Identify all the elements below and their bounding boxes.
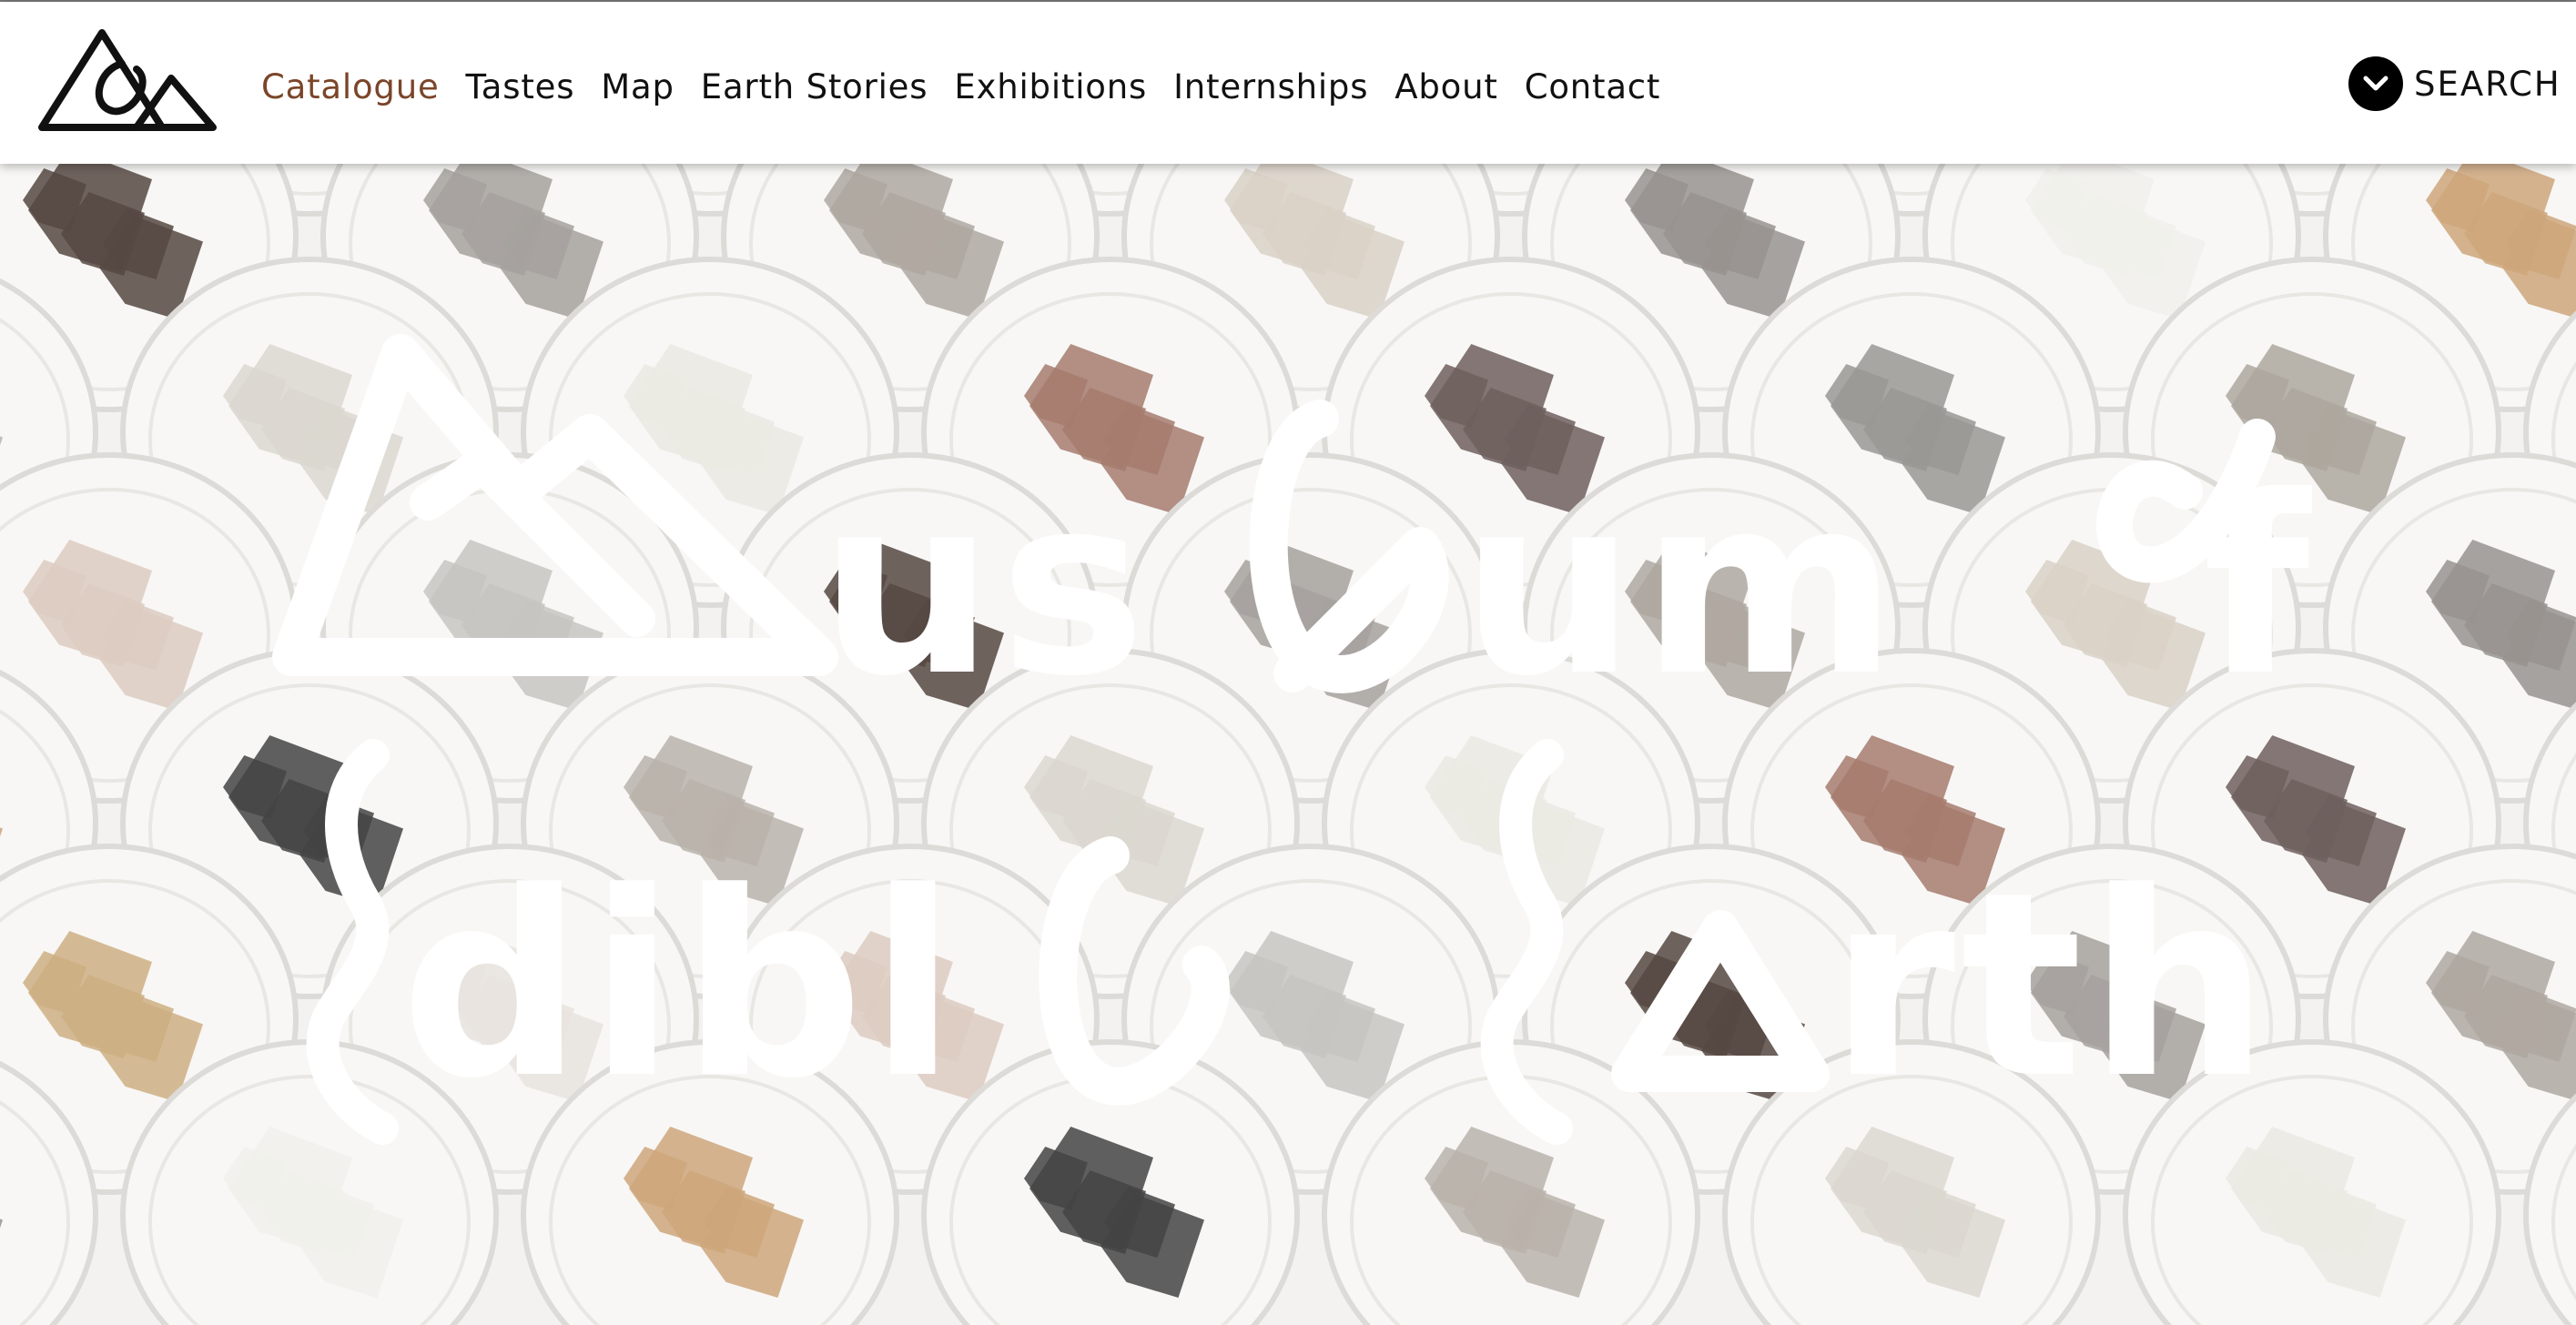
svg-text:um: um bbox=[1461, 443, 1903, 730]
nav-contact[interactable]: Contact bbox=[1525, 67, 1661, 106]
nav-map[interactable]: Map bbox=[601, 67, 674, 106]
site-header: Catalogue Tastes Map Earth Stories Exhib… bbox=[0, 2, 2576, 164]
svg-text:us: us bbox=[819, 443, 1151, 730]
hero-title-artwork: us um f dibl rth bbox=[272, 334, 2314, 1145]
nav-about[interactable]: About bbox=[1394, 67, 1497, 106]
search-label: SEARCH bbox=[2414, 64, 2561, 104]
chevron-down-icon bbox=[2348, 56, 2403, 111]
nav-tastes[interactable]: Tastes bbox=[466, 67, 575, 106]
svg-text:f: f bbox=[2203, 443, 2314, 730]
main-nav: Catalogue Tastes Map Earth Stories Exhib… bbox=[261, 63, 1687, 110]
search-button[interactable]: SEARCH bbox=[2348, 55, 2561, 113]
hero-banner: us um f dibl rth bbox=[0, 164, 2576, 1325]
nav-catalogue[interactable]: Catalogue bbox=[261, 67, 440, 106]
site-logo[interactable] bbox=[35, 24, 220, 135]
svg-text:dibl: dibl bbox=[401, 838, 962, 1135]
nav-exhibitions[interactable]: Exhibitions bbox=[954, 67, 1147, 106]
nav-internships[interactable]: Internships bbox=[1173, 67, 1368, 106]
svg-text:rth: rth bbox=[1830, 838, 2275, 1135]
nav-earth-stories[interactable]: Earth Stories bbox=[701, 67, 928, 106]
